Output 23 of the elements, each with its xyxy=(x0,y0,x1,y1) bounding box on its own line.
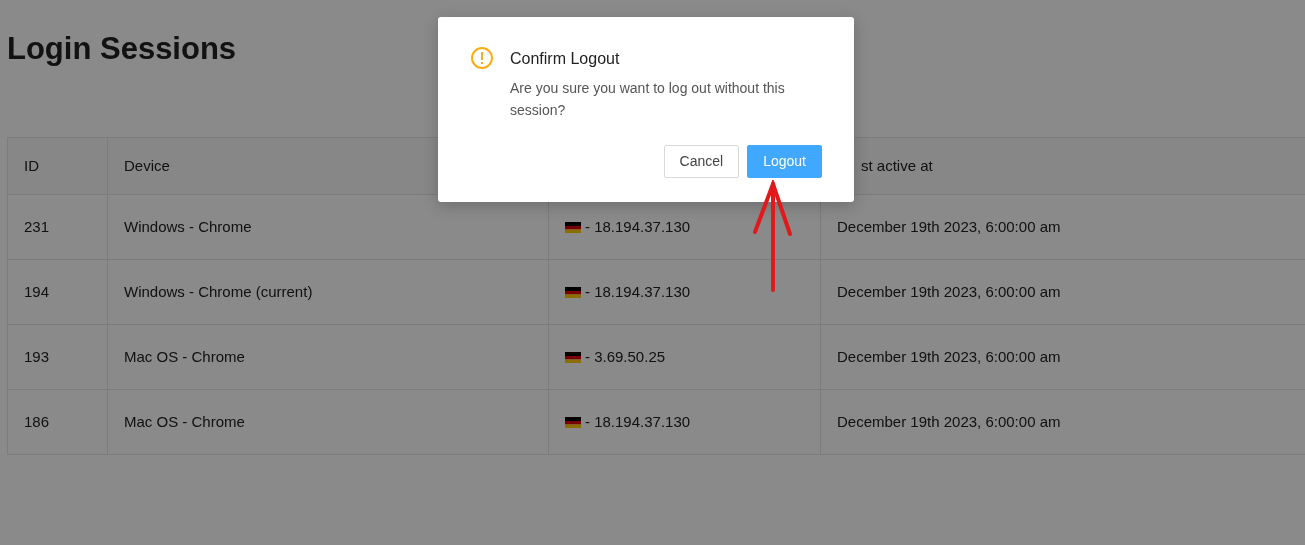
germany-flag-icon xyxy=(565,221,581,233)
dialog-message: Are you sure you want to log out without this session? xyxy=(510,79,786,120)
column-header: Device xyxy=(124,156,170,174)
warning-icon xyxy=(470,46,494,70)
page-title: Login Sessions xyxy=(7,30,237,68)
germany-flag-icon xyxy=(565,416,581,428)
ip-address: - 3.69.50.25 xyxy=(585,347,666,365)
session-id: 193 xyxy=(7,324,108,390)
session-id: 186 xyxy=(7,389,108,455)
dialog-title: Confirm Logout xyxy=(510,49,621,69)
column-header: ID xyxy=(24,156,39,174)
germany-flag-icon xyxy=(565,351,581,363)
device-name: Windows - Chrome (current) xyxy=(107,259,549,325)
column-header: st active at xyxy=(860,156,933,174)
device-name: Mac OS - Chrome xyxy=(107,389,549,455)
session-id: 231 xyxy=(7,194,108,260)
ip-address: - 18.194.37.130 xyxy=(585,282,691,300)
ip-address: - 18.194.37.130 xyxy=(585,217,691,235)
session-id: 194 xyxy=(7,259,108,325)
ip-address: - 18.194.37.130 xyxy=(585,412,691,430)
cancel-button[interactable]: Cancel xyxy=(663,145,740,178)
device-name: Mac OS - Chrome xyxy=(107,324,549,390)
germany-flag-icon xyxy=(565,286,581,298)
